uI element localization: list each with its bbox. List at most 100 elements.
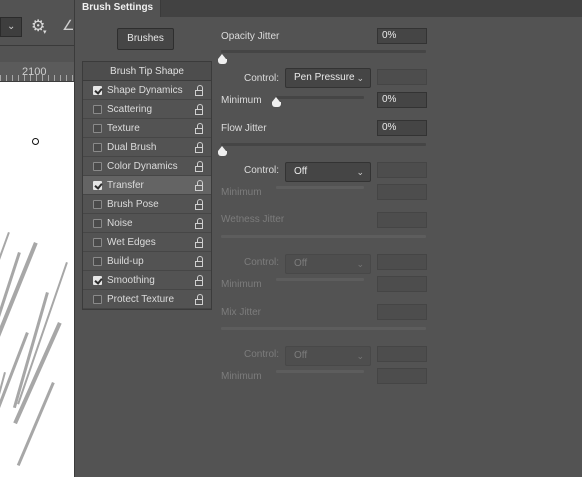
lock-icon[interactable] [194,123,204,134]
option-checkbox-texture[interactable] [93,124,102,133]
option-item-build-up[interactable]: Build-up [83,252,211,271]
opacity-minimum-slider[interactable] [276,96,364,99]
opacity-jitter-label: Opacity Jitter [221,31,280,42]
wetness-control-value: Off [294,258,308,269]
lock-icon[interactable] [194,237,204,248]
flow-control-value: Off [294,166,308,177]
opacity-control-value: Pen Pressure [294,72,355,83]
brush-options-list: Brush Tip Shape Shape Dynamics Scattering… [82,61,212,310]
opacity-control-label: Control: [244,73,280,84]
mix-control-extra-field [377,346,427,362]
wetness-jitter-label: Wetness Jitter [221,214,285,225]
chevron-down-icon: ⌄ [356,351,364,361]
mix-minimum-slider [276,370,364,373]
lock-icon[interactable] [194,218,204,229]
option-checkbox-wet-edges[interactable] [93,238,102,247]
wetness-minimum-label: Minimum [221,279,262,290]
option-item-dual-brush[interactable]: Dual Brush [83,138,211,157]
gear-icon[interactable]: ⚙ ▾ [31,18,51,36]
option-checkbox-color-dynamics[interactable] [93,162,102,171]
mix-minimum-field [377,368,427,384]
option-item-wet-edges[interactable]: Wet Edges [83,233,211,252]
option-label: Build-up [107,256,144,267]
option-label: Protect Texture [107,294,175,305]
option-checkbox-noise[interactable] [93,219,102,228]
flow-minimum-label: Minimum [221,187,262,198]
option-item-protect-texture[interactable]: Protect Texture [83,290,211,309]
opacity-jitter-field[interactable]: 0% [377,28,427,44]
option-item-smoothing[interactable]: Smoothing [83,271,211,290]
mix-control-label: Control: [244,349,280,360]
opacity-jitter-slider[interactable] [221,50,426,53]
brush-tip-shape-item[interactable]: Brush Tip Shape [83,62,211,81]
option-checkbox-transfer[interactable] [93,181,102,190]
lock-icon[interactable] [194,161,204,172]
wetness-control-dropdown: Off ⌄ [285,254,371,274]
option-item-texture[interactable]: Texture [83,119,211,138]
mix-jitter-field [377,304,427,320]
option-item-scattering[interactable]: Scattering [83,100,211,119]
brushes-button[interactable]: Brushes [117,28,174,50]
option-item-transfer[interactable]: Transfer [83,176,211,195]
option-item-color-dynamics[interactable]: Color Dynamics [83,157,211,176]
opacity-jitter-slider-thumb[interactable] [218,54,227,64]
mix-control-dropdown: Off ⌄ [285,346,371,366]
flow-jitter-field[interactable]: 0% [377,120,427,136]
flow-minimum-slider [276,186,364,189]
lock-icon[interactable] [194,180,204,191]
panel-tab-bar: Brush Settings [75,0,582,17]
option-checkbox-protect-texture[interactable] [93,295,102,304]
wetness-minimum-slider [276,278,364,281]
brush-settings-panel: Brush Settings Brushes Brush Tip Shape S… [74,0,582,477]
option-checkbox-shape-dynamics[interactable] [93,86,102,95]
lock-icon[interactable] [194,275,204,286]
option-label: Noise [107,218,133,229]
option-item-shape-dynamics[interactable]: Shape Dynamics [83,81,211,100]
option-item-noise[interactable]: Noise [83,214,211,233]
lock-icon[interactable] [194,85,204,96]
option-checkbox-dual-brush[interactable] [93,143,102,152]
flow-jitter-slider-thumb[interactable] [218,146,227,156]
wetness-jitter-slider [221,235,426,238]
option-item-brush-pose[interactable]: Brush Pose [83,195,211,214]
option-checkbox-build-up[interactable] [93,257,102,266]
flow-jitter-slider[interactable] [221,143,426,146]
option-label: Dual Brush [107,142,157,153]
mix-jitter-label: Mix Jitter [221,307,261,318]
mix-control-value: Off [294,350,308,361]
lock-icon[interactable] [194,199,204,210]
horizontal-ruler: 2100 [0,62,74,82]
flow-jitter-label: Flow Jitter [221,123,267,134]
chevron-down-icon: ⌄ [356,73,364,83]
option-label: Texture [107,123,140,134]
brush-stroke [13,322,62,425]
lock-icon[interactable] [194,256,204,267]
brush-stroke [16,382,55,467]
option-label: Brush Pose [107,199,159,210]
document-canvas[interactable] [0,82,74,477]
option-label: Wet Edges [107,237,156,248]
opacity-control-dropdown[interactable]: Pen Pressure ⌄ [285,68,371,88]
tool-preset-dropdown[interactable]: ⌄ [0,17,22,37]
wetness-minimum-field [377,276,427,292]
wetness-control-label: Control: [244,257,280,268]
lock-icon[interactable] [194,104,204,115]
opacity-control-extra-field [377,69,427,85]
wetness-control-extra-field [377,254,427,270]
opacity-minimum-field[interactable]: 0% [377,92,427,108]
option-label: Smoothing [107,275,155,286]
option-label: Color Dynamics [107,161,178,172]
option-checkbox-smoothing[interactable] [93,276,102,285]
flow-control-extra-field [377,162,427,178]
option-checkbox-brush-pose[interactable] [93,200,102,209]
opacity-minimum-slider-thumb[interactable] [272,97,281,107]
brush-stroke [0,242,38,392]
flow-control-label: Control: [244,165,280,176]
angle-icon[interactable]: ∠ [62,17,75,34]
lock-icon[interactable] [194,142,204,153]
flow-control-dropdown[interactable]: Off ⌄ [285,162,371,182]
tab-brush-settings[interactable]: Brush Settings [75,0,162,17]
mix-jitter-slider [221,327,426,330]
option-checkbox-scattering[interactable] [93,105,102,114]
lock-icon[interactable] [194,294,204,305]
